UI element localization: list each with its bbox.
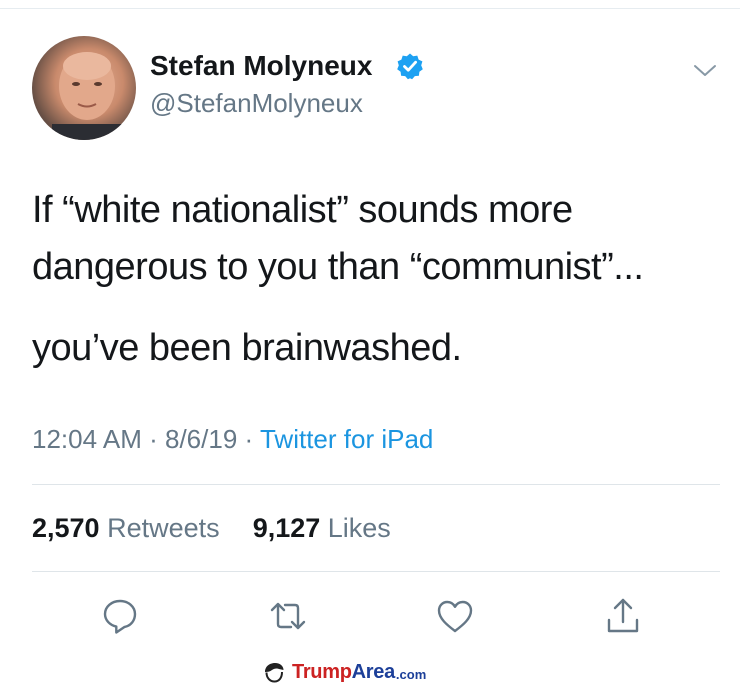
heart-icon: [437, 600, 473, 633]
reply-icon: [103, 599, 137, 634]
retweets-stat[interactable]: 2,570 Retweets: [32, 513, 227, 543]
watermark-brand: TrumpArea: [292, 661, 395, 684]
likes-count: 9,127: [252, 513, 321, 543]
reply-button[interactable]: [100, 596, 140, 636]
tweet-text-line-2: you’ve been brainwashed.: [32, 327, 462, 369]
likes-stat[interactable]: 9,127 Likes: [253, 513, 391, 543]
tweet-text-line-1: If “white nationalist” sounds more dange…: [32, 189, 644, 288]
engagement-stats: 2,570 Retweets 9,127 Likes: [32, 510, 391, 546]
avatar[interactable]: [32, 36, 136, 140]
watermark: TrumpArea .com: [262, 660, 426, 684]
watermark-brand-1: Trump: [292, 660, 352, 683]
hair-logo-icon: [265, 663, 284, 683]
share-button[interactable]: [603, 596, 643, 636]
watermark-tld: .com: [395, 666, 427, 682]
divider: [32, 571, 720, 572]
meta-separator: ·: [244, 424, 254, 454]
avatar-photo-icon: [52, 52, 122, 140]
divider: [32, 484, 720, 485]
verified-badge-icon: [396, 52, 424, 80]
tweet-text: If “white nationalist” sounds more dange…: [32, 182, 722, 377]
user-handle[interactable]: @StefanMolyneux: [150, 86, 363, 120]
like-button[interactable]: [435, 596, 475, 636]
retweets-label: Retweets: [107, 513, 220, 543]
retweet-button[interactable]: [268, 596, 308, 636]
tweet-time[interactable]: 12:04 AM: [32, 424, 142, 454]
share-icon: [607, 598, 639, 633]
retweet-icon: [270, 602, 306, 630]
retweets-count: 2,570: [32, 513, 100, 543]
likes-label: Likes: [327, 513, 391, 543]
tweet-metadata: 12:04 AM · 8/6/19 · Twitter for iPad: [32, 421, 433, 457]
tweet-date[interactable]: 8/6/19: [165, 424, 237, 454]
meta-separator: ·: [149, 424, 158, 454]
display-name[interactable]: Stefan Molyneux: [150, 48, 372, 84]
tweet-source-link[interactable]: Twitter for iPad: [260, 424, 433, 454]
top-divider: [0, 8, 740, 9]
watermark-brand-2: Area: [351, 660, 396, 683]
chevron-down-icon[interactable]: [692, 58, 718, 84]
